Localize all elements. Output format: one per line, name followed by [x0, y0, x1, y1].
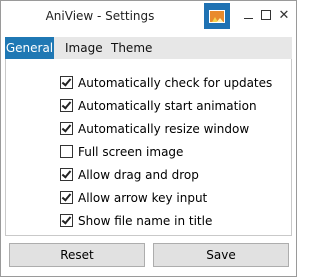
- option-label: Allow arrow key input: [78, 190, 208, 205]
- general-panel: Automatically check for updates Automati…: [5, 59, 292, 236]
- title-bar: AniView - Settings ✕: [1, 1, 296, 31]
- window-title: AniView - Settings: [45, 9, 155, 23]
- save-button[interactable]: Save: [153, 243, 289, 267]
- option-check-updates[interactable]: Automatically check for updates: [60, 71, 272, 94]
- checkbox[interactable]: [60, 214, 73, 227]
- minimize-button[interactable]: [240, 7, 256, 23]
- checkbox[interactable]: [60, 145, 73, 158]
- option-full-screen[interactable]: Full screen image: [60, 140, 272, 163]
- option-drag-drop[interactable]: Allow drag and drop: [60, 163, 272, 186]
- settings-window: AniView - Settings ✕ General Image Theme…: [0, 0, 297, 277]
- option-label: Full screen image: [78, 144, 184, 159]
- maximize-icon: [261, 10, 271, 20]
- option-label: Automatically resize window: [78, 121, 250, 136]
- option-start-animation[interactable]: Automatically start animation: [60, 94, 272, 117]
- tab-theme[interactable]: Theme: [107, 37, 156, 59]
- minimize-icon: [243, 17, 253, 19]
- option-resize-window[interactable]: Automatically resize window: [60, 117, 272, 140]
- close-button[interactable]: ✕: [276, 7, 292, 23]
- checkbox[interactable]: [60, 122, 73, 135]
- checkbox[interactable]: [60, 76, 73, 89]
- option-file-name-title[interactable]: Show file name in title: [60, 209, 272, 232]
- option-label: Show file name in title: [78, 213, 213, 228]
- checkbox[interactable]: [60, 191, 73, 204]
- tab-bar: General Image Theme: [5, 37, 292, 59]
- tab-general[interactable]: General: [5, 37, 54, 59]
- options-list: Automatically check for updates Automati…: [60, 71, 272, 232]
- close-icon: ✕: [278, 7, 290, 23]
- option-label: Automatically check for updates: [78, 75, 273, 90]
- reset-button[interactable]: Reset: [9, 243, 145, 267]
- option-label: Automatically start animation: [78, 98, 257, 113]
- image-icon: [204, 3, 230, 29]
- option-arrow-keys[interactable]: Allow arrow key input: [60, 186, 272, 209]
- tab-image[interactable]: Image: [61, 37, 107, 59]
- checkbox[interactable]: [60, 168, 73, 181]
- checkbox[interactable]: [60, 99, 73, 112]
- maximize-button[interactable]: [258, 7, 274, 23]
- option-label: Allow drag and drop: [78, 167, 199, 182]
